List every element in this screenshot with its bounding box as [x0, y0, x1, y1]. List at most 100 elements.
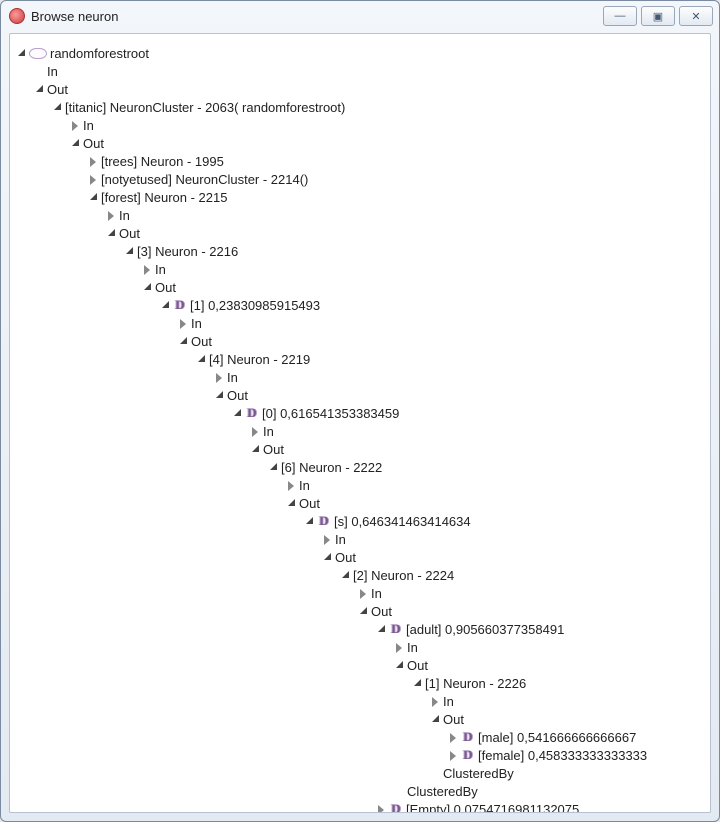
tree-item[interactable]: In	[34, 62, 706, 80]
chevron-right-icon[interactable]	[88, 174, 99, 185]
tree-item[interactable]: [3] Neuron - 2216	[124, 242, 706, 260]
chevron-down-icon[interactable]	[394, 660, 405, 671]
tree-item[interactable]: D [0] 0,616541353383459	[232, 404, 706, 422]
chevron-down-icon[interactable]	[106, 228, 117, 239]
tree-item[interactable]: D [s] 0,646341463414634	[304, 512, 706, 530]
tree-item[interactable]: D [1] 0,23830985915493	[160, 296, 706, 314]
tree-item[interactable]: In	[322, 530, 706, 548]
maximize-button[interactable]: ▣	[641, 6, 675, 26]
tree-item[interactable]: In	[178, 314, 706, 332]
chevron-down-icon[interactable]	[340, 570, 351, 581]
tree-item[interactable]: Out	[322, 548, 706, 566]
chevron-down-icon[interactable]	[34, 84, 45, 95]
tree-item[interactable]: D [Empty] 0,0754716981132075	[376, 800, 706, 812]
close-button[interactable]: ✕	[679, 6, 713, 26]
client-area: randomforestroot In Out [titanic] Neuron…	[9, 33, 711, 813]
tree-item[interactable]: Out	[430, 710, 706, 728]
tree-item[interactable]: In	[214, 368, 706, 386]
tree-item[interactable]: In	[394, 638, 706, 656]
chevron-down-icon[interactable]	[88, 192, 99, 203]
chevron-down-icon[interactable]	[322, 552, 333, 563]
chevron-right-icon[interactable]	[106, 210, 117, 221]
chevron-right-icon[interactable]	[430, 696, 441, 707]
tree-item[interactable]: ClusteredBy	[394, 782, 706, 800]
chevron-down-icon[interactable]	[196, 354, 207, 365]
chevron-right-icon[interactable]	[142, 264, 153, 275]
chevron-down-icon[interactable]	[250, 444, 261, 455]
d-icon: D	[317, 514, 331, 528]
chevron-down-icon[interactable]	[214, 390, 225, 401]
tree-item[interactable]: [notyetused] NeuronCluster - 2214()	[88, 170, 706, 188]
chevron-right-icon[interactable]	[178, 318, 189, 329]
tree-item[interactable]: Out	[394, 656, 706, 674]
chevron-right-icon[interactable]	[250, 426, 261, 437]
tree-item[interactable]: Out	[250, 440, 706, 458]
tree-item[interactable]: randomforestroot	[16, 44, 706, 62]
chevron-down-icon[interactable]	[160, 300, 171, 311]
tree-root: randomforestroot In Out [titanic] Neuron…	[16, 44, 706, 812]
chevron-down-icon[interactable]	[268, 462, 279, 473]
chevron-down-icon[interactable]	[142, 282, 153, 293]
tree-item[interactable]: [forest] Neuron - 2215	[88, 188, 706, 206]
tree-item[interactable]: Out	[358, 602, 706, 620]
tree-item[interactable]: In	[70, 116, 706, 134]
chevron-right-icon[interactable]	[358, 588, 369, 599]
tree-item[interactable]: D [male] 0,541666666666667	[448, 728, 706, 746]
minimize-button[interactable]: —	[603, 6, 637, 26]
tree-item[interactable]: D [adult] 0,905660377358491	[376, 620, 706, 638]
title-bar[interactable]: Browse neuron — ▣ ✕	[1, 1, 719, 31]
tree-item[interactable]: Out	[178, 332, 706, 350]
tree-item[interactable]: [6] Neuron - 2222	[268, 458, 706, 476]
chevron-right-icon[interactable]	[88, 156, 99, 167]
tree-item[interactable]: [trees] Neuron - 1995	[88, 152, 706, 170]
tree-item[interactable]: In	[286, 476, 706, 494]
tree-item[interactable]: Out	[214, 386, 706, 404]
chevron-right-icon[interactable]	[394, 642, 405, 653]
tree-item[interactable]: Out	[70, 134, 706, 152]
chevron-down-icon[interactable]	[376, 624, 387, 635]
chevron-down-icon[interactable]	[358, 606, 369, 617]
tree-item[interactable]: [4] Neuron - 2219	[196, 350, 706, 368]
chevron-down-icon[interactable]	[70, 138, 81, 149]
node-label: In	[47, 64, 58, 79]
chevron-right-icon[interactable]	[448, 750, 459, 761]
chevron-down-icon[interactable]	[178, 336, 189, 347]
tree-item[interactable]: Out	[286, 494, 706, 512]
chevron-right-icon[interactable]	[214, 372, 225, 383]
node-label: ClusteredBy	[443, 766, 514, 781]
node-label: [s] 0,646341463414634	[334, 514, 471, 529]
d-icon: D	[389, 622, 403, 636]
chevron-down-icon[interactable]	[286, 498, 297, 509]
tree-item[interactable]: In	[250, 422, 706, 440]
node-label: [trees] Neuron - 1995	[101, 154, 224, 169]
node-label: In	[83, 118, 94, 133]
chevron-right-icon[interactable]	[70, 120, 81, 131]
chevron-right-icon[interactable]	[286, 480, 297, 491]
chevron-down-icon[interactable]	[16, 48, 27, 59]
node-label: In	[407, 640, 418, 655]
tree-item[interactable]: [2] Neuron - 2224	[340, 566, 706, 584]
tree-item[interactable]: Out	[34, 80, 706, 98]
tree-item[interactable]: In	[142, 260, 706, 278]
chevron-down-icon[interactable]	[232, 408, 243, 419]
chevron-down-icon[interactable]	[412, 678, 423, 689]
tree-item[interactable]: [titanic] NeuronCluster - 2063( randomfo…	[52, 98, 706, 116]
tree-item[interactable]: In	[106, 206, 706, 224]
tree-scroll[interactable]: randomforestroot In Out [titanic] Neuron…	[10, 34, 710, 812]
node-label: Out	[371, 604, 392, 619]
chevron-right-icon[interactable]	[322, 534, 333, 545]
tree-item[interactable]: In	[358, 584, 706, 602]
tree-item[interactable]: Out	[106, 224, 706, 242]
chevron-right-icon[interactable]	[448, 732, 459, 743]
node-label: [2] Neuron - 2224	[353, 568, 454, 583]
tree-item[interactable]: D [female] 0,458333333333333	[448, 746, 706, 764]
chevron-down-icon[interactable]	[304, 516, 315, 527]
tree-item[interactable]: In	[430, 692, 706, 710]
tree-item[interactable]: ClusteredBy	[430, 764, 706, 782]
tree-item[interactable]: Out	[142, 278, 706, 296]
tree-item[interactable]: [1] Neuron - 2226	[412, 674, 706, 692]
chevron-down-icon[interactable]	[52, 102, 63, 113]
chevron-right-icon[interactable]	[376, 804, 387, 813]
chevron-down-icon[interactable]	[124, 246, 135, 257]
chevron-down-icon[interactable]	[430, 714, 441, 725]
